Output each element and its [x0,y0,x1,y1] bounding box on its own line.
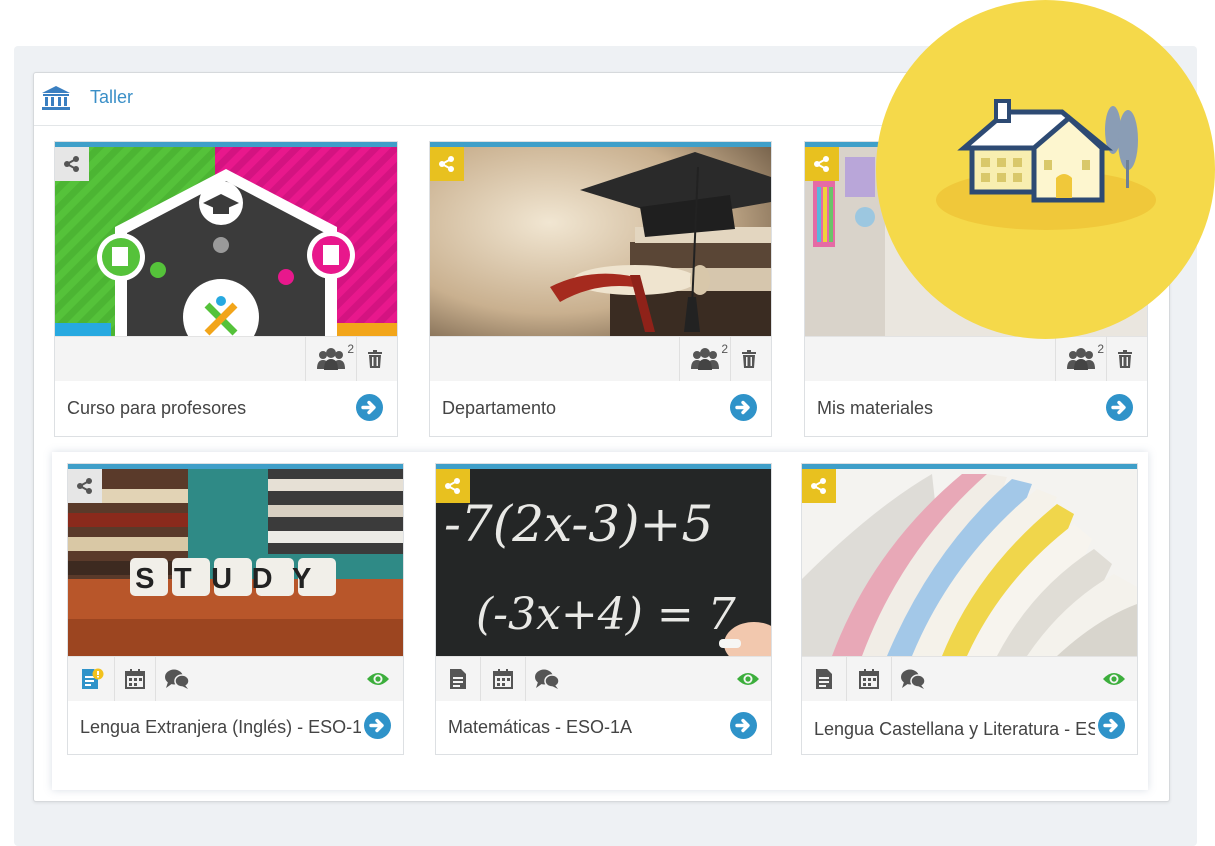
study-dice-photo: STUDY [68,469,403,656]
member-count: 2 [347,342,354,356]
card-toolbar [436,656,771,702]
card-curso-para-profesores[interactable]: 2 Curso para profesores [54,141,398,437]
users-icon [317,348,345,370]
trash-icon [742,350,756,368]
card-title[interactable]: Mis materiales [817,398,1095,419]
members-button[interactable]: 2 [679,337,731,381]
card-thumbnail[interactable] [430,147,771,336]
document-new-button[interactable] [70,657,114,701]
members-button[interactable]: 2 [305,337,357,381]
users-icon [691,348,719,370]
card-matematicas[interactable]: -7(2x-3)+5 (-3x+4) = 7 Matemáticas - ESO… [435,463,772,755]
arrow-circle-right-icon[interactable] [1098,712,1125,739]
arrow-circle-right-icon[interactable] [356,394,383,421]
chat-button[interactable] [156,657,198,701]
trash-icon [368,350,382,368]
card-title[interactable]: Lengua Castellana y Literatura - ESO-1A [814,719,1095,740]
card-toolbar: 2 [805,336,1147,382]
bank-icon [42,86,70,110]
share-icon[interactable] [436,469,470,503]
chalk-equation-2: (-3x+4) = 7 [476,589,736,640]
card-thumbnail[interactable] [55,147,397,336]
card-title[interactable]: Departamento [442,398,719,419]
card-departamento[interactable]: 2 Departamento [429,141,772,437]
chalkboard-photo: -7(2x-3)+5 (-3x+4) = 7 [436,469,771,656]
card-titlebar: Matemáticas - ESO-1A [436,701,771,753]
calendar-button[interactable] [846,657,892,701]
card-toolbar: 2 [430,336,771,382]
arrow-circle-right-icon[interactable] [730,712,757,739]
document-alert-icon [82,668,104,689]
document-icon [450,669,466,689]
arrow-circle-right-icon[interactable] [730,394,757,421]
card-lengua-castellana[interactable]: Lengua Castellana y Literatura - ESO-1A [801,463,1138,755]
visibility-toggle[interactable] [1094,657,1134,701]
book-pages-photo [802,469,1137,656]
arrow-circle-right-icon[interactable] [364,712,391,739]
graduation-cap-photo [430,147,771,336]
document-icon [816,669,832,689]
member-count: 2 [1097,342,1104,356]
card-lengua-extranjera[interactable]: STUDY Lengua Extranjera (Inglés) - ESO-1… [67,463,404,755]
delete-button[interactable] [357,337,393,381]
arrow-circle-right-icon[interactable] [1106,394,1133,421]
panel-title[interactable]: Taller [90,87,133,108]
share-icon[interactable] [55,147,89,181]
card-titlebar: Departamento [430,381,771,436]
network-illustration [55,147,397,336]
eye-icon [737,673,759,685]
share-icon[interactable] [805,147,839,181]
document-button[interactable] [438,657,478,701]
card-titlebar: Lengua Castellana y Literatura - ESO-1A [802,701,1137,753]
document-button[interactable] [804,657,844,701]
card-title[interactable]: Matemáticas - ESO-1A [448,717,719,738]
members-button[interactable]: 2 [1055,337,1107,381]
eye-icon [367,673,389,685]
card-title[interactable]: Lengua Extranjera (Inglés) - ESO-1A [80,717,361,738]
member-count: 2 [721,342,728,356]
visibility-toggle[interactable] [728,657,768,701]
share-icon[interactable] [430,147,464,181]
chat-icon [165,669,190,689]
card-toolbar [802,656,1137,702]
share-icon[interactable] [68,469,102,503]
school-logo [876,0,1215,339]
calendar-icon [859,669,879,689]
card-title[interactable]: Curso para profesores [67,398,345,419]
study-letters: STUDY [135,563,331,595]
chat-button[interactable] [892,657,934,701]
calendar-icon [493,669,513,689]
card-titlebar: Mis materiales [805,381,1147,436]
chat-icon [901,669,926,689]
delete-button[interactable] [1107,337,1143,381]
card-titlebar: Lengua Extranjera (Inglés) - ESO-1A [68,701,403,753]
chat-icon [535,669,560,689]
users-icon [1067,348,1095,370]
chat-button[interactable] [526,657,568,701]
house-logo [936,99,1156,230]
calendar-button[interactable] [480,657,526,701]
eye-icon [1103,673,1125,685]
calendar-icon [125,669,145,689]
card-thumbnail[interactable] [802,469,1137,656]
calendar-button[interactable] [114,657,156,701]
delete-button[interactable] [731,337,767,381]
card-toolbar: 2 [55,336,397,382]
card-toolbar [68,656,403,702]
visibility-toggle[interactable] [358,657,398,701]
card-thumbnail[interactable]: STUDY [68,469,403,656]
card-titlebar: Curso para profesores [55,381,397,436]
share-icon[interactable] [802,469,836,503]
card-thumbnail[interactable]: -7(2x-3)+5 (-3x+4) = 7 [436,469,771,656]
chalk-equation-1: -7(2x-3)+5 [444,495,713,553]
trash-icon [1118,350,1132,368]
